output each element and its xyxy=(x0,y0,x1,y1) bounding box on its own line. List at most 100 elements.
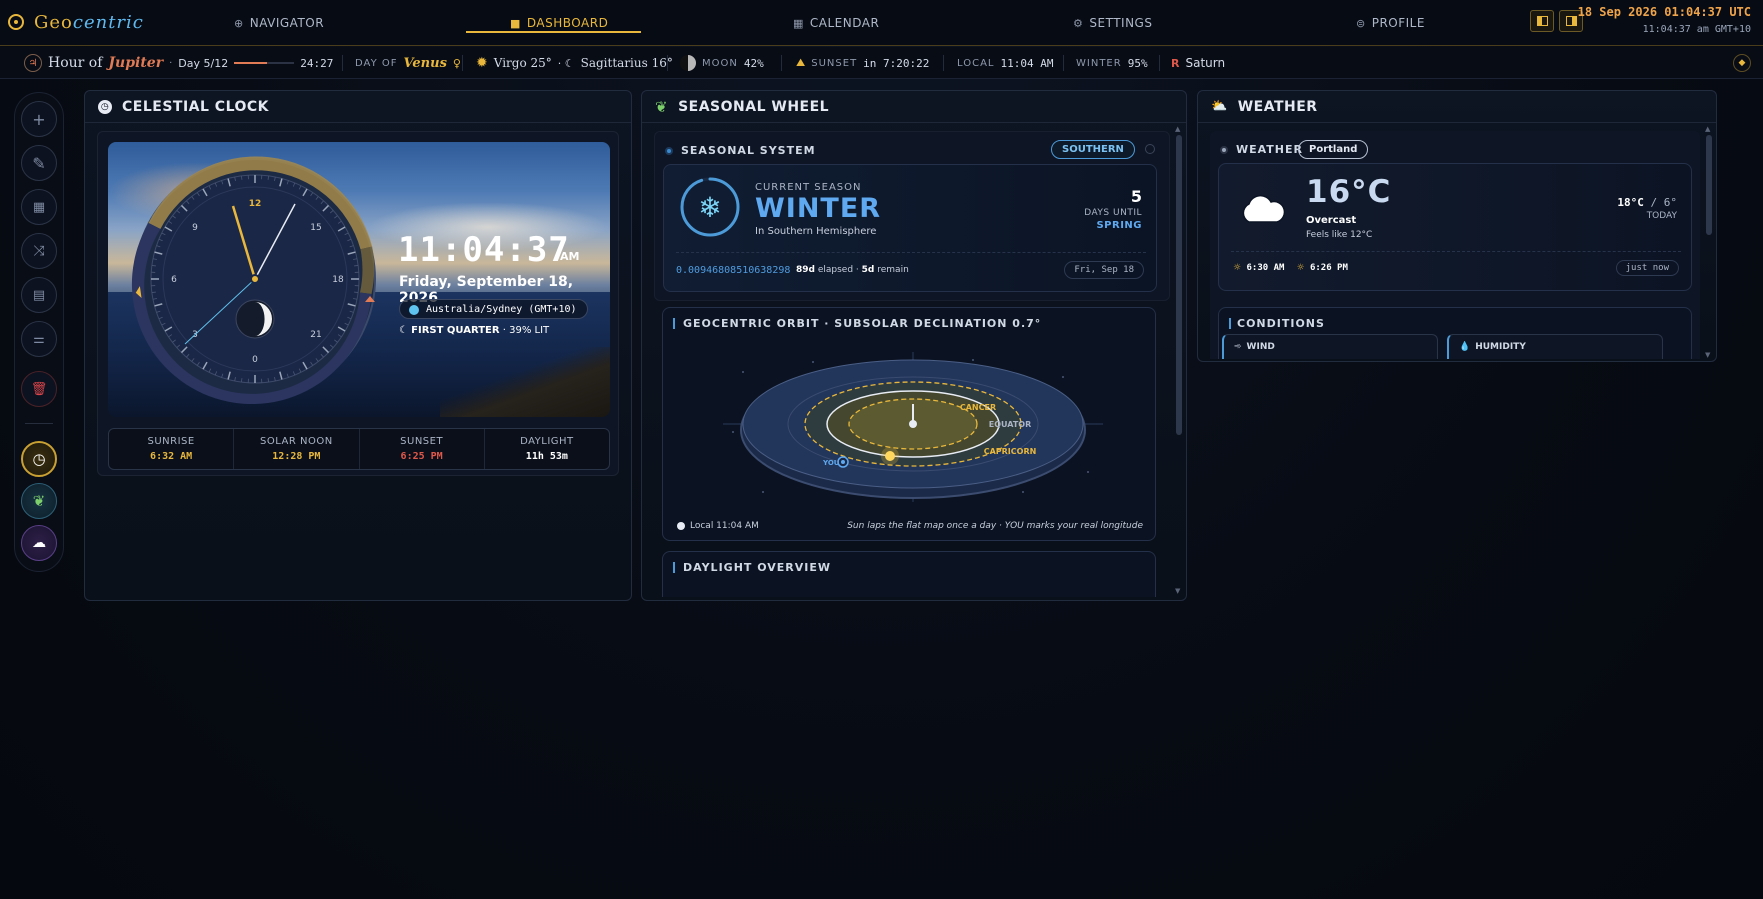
nav-calendar[interactable]: ▦ CALENDAR xyxy=(793,12,879,34)
dial-tick xyxy=(354,265,359,267)
scroll-thumb[interactable] xyxy=(1176,135,1182,435)
adjust-button[interactable]: ⚌ xyxy=(21,321,57,357)
weather-panel: ⛅ WEATHER WEATHER Portland 16°C Overcast… xyxy=(1197,90,1717,362)
star-dot xyxy=(742,371,744,373)
shuffle-button[interactable]: ⤨ xyxy=(21,233,57,269)
sun-marker xyxy=(885,451,895,461)
layout-left-button[interactable] xyxy=(1530,10,1554,32)
sunset-icon: ⛰ xyxy=(796,56,806,69)
compass-button[interactable]: ◆ xyxy=(1733,54,1751,72)
24h-dial: 12 15 18 21 0 3 6 9 xyxy=(131,156,376,404)
star-dot xyxy=(1087,471,1089,473)
dial-label: 0 xyxy=(252,355,258,365)
star-dot xyxy=(762,491,764,493)
season-progress-ring: ❄ xyxy=(680,177,740,237)
add-widget-button[interactable]: + xyxy=(21,101,57,137)
moon-illumination[interactable]: MOON 42% xyxy=(680,47,764,79)
clock-hero-image: 12 15 18 21 0 3 6 9 11:04:37 AM Friday, … xyxy=(108,142,610,417)
moon-phase-icon xyxy=(680,55,696,71)
star-dot xyxy=(812,361,814,363)
retrograde-status[interactable]: R Saturn xyxy=(1171,47,1225,79)
active-tab-indicator xyxy=(466,31,641,33)
diamond-icon: ◆ xyxy=(1738,58,1746,68)
leaf-icon: ❦ xyxy=(655,97,669,116)
scroll-down-icon: ▼ xyxy=(1175,587,1181,595)
utc-clock: 18 Sep 2026 01:04:37 UTC xyxy=(1577,5,1751,19)
weather-app[interactable]: ☁ xyxy=(21,525,57,561)
scroll-up-icon: ▲ xyxy=(1175,125,1181,133)
season-elapsed: 89d elapsed · 5d remain xyxy=(796,265,909,275)
scroll-thumb[interactable] xyxy=(1706,135,1712,235)
cancer-label: CANCER xyxy=(960,403,996,412)
settings-dot-icon[interactable] xyxy=(1145,144,1155,154)
season-scrollbar[interactable]: ▲ ▼ xyxy=(1175,125,1182,595)
current-weather-card: 16°C Overcast Feels like 12°C 18°C / 6° … xyxy=(1218,163,1692,291)
daylight-overview-card: DAYLIGHT OVERVIEW xyxy=(662,551,1156,597)
season-progress-status[interactable]: WINTER 95% xyxy=(1076,47,1148,79)
dial-label: 9 xyxy=(192,223,198,233)
sunrise-stat: SUNRISE 6:32 AM xyxy=(109,429,235,469)
weather-scrollbar[interactable]: ▲ ▼ xyxy=(1705,125,1712,359)
shuffle-icon: ⤨ xyxy=(33,243,45,259)
gear-icon: ⚙ xyxy=(1073,16,1084,30)
condition: Overcast xyxy=(1306,215,1357,226)
scroll-up-icon: ▲ xyxy=(1705,125,1711,133)
panel-header[interactable]: ❦ SEASONAL WHEEL xyxy=(642,91,1186,123)
edit-button[interactable]: ✎ xyxy=(21,145,57,181)
retrograde-icon: R xyxy=(1171,56,1180,70)
dial-label: 6 xyxy=(171,275,177,285)
wind-tile[interactable]: ➾ WIND xyxy=(1222,334,1438,359)
panel-header[interactable]: ⛅ WEATHER xyxy=(1198,91,1716,123)
nav-navigator[interactable]: ⊕ NAVIGATOR xyxy=(234,12,324,34)
local-clock: 11:04:37 am GMT+10 xyxy=(1642,24,1751,35)
celestial-clock-app[interactable]: ◷ xyxy=(21,441,57,477)
day-ruler[interactable]: DAY OF Venus ♀ xyxy=(355,47,461,79)
season-fraction: 0.00946808510638298 xyxy=(676,265,791,276)
grid-icon: ▦ xyxy=(32,199,46,215)
nav-settings[interactable]: ⚙ SETTINGS xyxy=(1073,12,1152,34)
dial-label: 15 xyxy=(310,223,321,233)
season-scroll-area[interactable]: SEASONAL SYSTEM SOUTHERN ❄ CURRENT SEASO… xyxy=(654,131,1170,597)
daylight-title: DAYLIGHT OVERVIEW xyxy=(673,562,831,573)
seasonal-wheel-app[interactable]: ❦ xyxy=(21,483,57,519)
sidebar-left-icon xyxy=(1536,16,1548,26)
sun-moon-signs[interactable]: ✹ Virgo 25° · ☾ Sagittarius 16° xyxy=(476,47,673,79)
clock-card: 12 15 18 21 0 3 6 9 11:04:37 AM Friday, … xyxy=(97,131,619,476)
brand-logo[interactable]: Geocentric xyxy=(8,11,144,33)
sliders-icon: ⚌ xyxy=(33,331,45,347)
feels-like: Feels like 12°C xyxy=(1306,230,1373,240)
city-selector[interactable]: Portland xyxy=(1298,140,1369,159)
last-updated-pill[interactable]: just now xyxy=(1615,260,1679,276)
timezone-selector[interactable]: Australia/Sydney (GMT+10) xyxy=(399,299,588,319)
delete-button[interactable]: 🗑 xyxy=(21,371,57,407)
crescent-icon: ☾ xyxy=(399,325,408,336)
snowflake-icon: ❄ xyxy=(698,191,721,224)
orbit-diagram: YOU CANCER EQUATOR CAPRICORN xyxy=(723,352,1103,502)
season-name: WINTER xyxy=(755,193,882,224)
bullet-icon xyxy=(1220,145,1228,154)
dial-tick xyxy=(151,265,156,267)
panel-header[interactable]: ◷ CELESTIAL CLOCK xyxy=(85,91,631,123)
dial-tick xyxy=(354,291,359,293)
sunset-countdown[interactable]: ⛰ SUNSET in 7:20:22 xyxy=(796,47,929,79)
sunset-icon: ☼ xyxy=(1296,263,1305,273)
layout-button[interactable]: ▤ xyxy=(21,277,57,313)
hemisphere-toggle[interactable]: SOUTHERN xyxy=(1051,140,1135,159)
humidity-tile[interactable]: 💧 HUMIDITY xyxy=(1447,334,1663,359)
weather-sun-times: ☼ 6:30 AM ☼ 6:26 PM xyxy=(1233,263,1348,273)
dial-tick xyxy=(267,378,269,383)
cloud-rain-icon: ☁ xyxy=(32,535,46,551)
planetary-hour[interactable]: ♃ Hour of Jupiter · Day 5/12 24:27 xyxy=(24,47,333,79)
grid-button[interactable]: ▦ xyxy=(21,189,57,225)
nav-profile[interactable]: ⊜ PROFILE xyxy=(1356,12,1425,34)
hour-progress-bar xyxy=(234,62,295,64)
plus-icon: + xyxy=(32,109,46,129)
capricorn-label: CAPRICORN xyxy=(984,447,1037,456)
wind-icon: ➾ xyxy=(1234,342,1242,352)
globe-icon: ⊕ xyxy=(234,16,244,30)
season-date-pill[interactable]: Fri, Sep 18 xyxy=(1064,261,1144,279)
weather-scroll-area[interactable]: WEATHER Portland 16°C Overcast Feels lik… xyxy=(1210,131,1700,359)
sun-times-row: SUNRISE 6:32 AM SOLAR NOON 12:28 PM SUNS… xyxy=(108,428,610,470)
am-pm: AM xyxy=(560,250,580,263)
local-time-status[interactable]: LOCAL 11:04 AM xyxy=(957,47,1053,79)
